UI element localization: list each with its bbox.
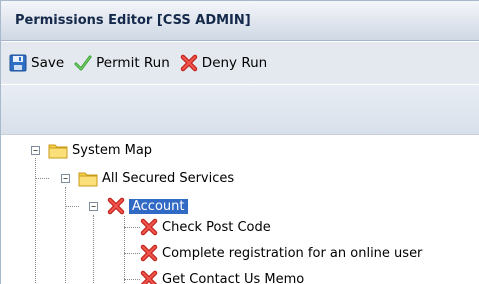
tree-connector: [124, 227, 140, 228]
tree-expander-account[interactable]: −: [89, 202, 98, 211]
tree-node-account[interactable]: Account: [107, 197, 188, 215]
tree-node-all-secured-services[interactable]: All Secured Services: [78, 169, 234, 187]
red-x-icon: [140, 244, 158, 262]
tree-connector: [93, 215, 94, 284]
folder-icon: [78, 170, 98, 187]
tree-node-label: Check Post Code: [162, 219, 271, 235]
tree-connector: [65, 206, 79, 207]
tree-connector: [35, 158, 36, 284]
tree-node-label: All Secured Services: [102, 170, 235, 186]
tree-node-label: Get Contact Us Memo: [162, 271, 305, 284]
floppy-disk-icon: [9, 54, 27, 72]
red-x-icon: [140, 270, 158, 284]
toolbar-strip: [1, 85, 479, 135]
tree-node-label: System Map: [72, 142, 153, 158]
tree-node-label: Complete registration for an online user: [162, 245, 423, 261]
deny-run-label: Deny Run: [201, 54, 268, 71]
deny-run-button[interactable]: Deny Run: [180, 54, 267, 72]
tree-expander-system-map[interactable]: −: [31, 146, 40, 155]
permissions-editor-window: Permissions Editor [CSS ADMIN] Save Perm…: [0, 0, 479, 284]
tree-connector: [35, 178, 49, 179]
permit-run-label: Permit Run: [96, 54, 170, 71]
tree-connector: [65, 187, 66, 284]
toolbar: Save Permit Run Deny Run: [1, 42, 479, 84]
window-title: Permissions Editor [CSS ADMIN]: [15, 13, 251, 28]
save-label: Save: [31, 54, 65, 71]
red-x-icon: [180, 54, 198, 72]
checkmark-icon: [74, 54, 92, 72]
tree-expander-all-secured-services[interactable]: −: [61, 174, 70, 183]
tree-node-service[interactable]: Check Post Code: [140, 218, 271, 236]
tree-connector: [124, 253, 140, 254]
title-bar: Permissions Editor [CSS ADMIN]: [1, 1, 479, 41]
tree-node-label-selected: Account: [129, 198, 188, 214]
permissions-tree: − System Map − All Secured Services − Ac…: [1, 136, 479, 284]
save-button[interactable]: Save: [9, 54, 64, 72]
folder-icon: [48, 142, 68, 159]
tree-node-system-map[interactable]: System Map: [48, 141, 152, 159]
tree-node-service[interactable]: Complete registration for an online user: [140, 244, 422, 262]
red-x-icon: [107, 197, 125, 215]
red-x-icon: [140, 218, 158, 236]
permit-run-button[interactable]: Permit Run: [74, 54, 170, 72]
tree-node-service[interactable]: Get Contact Us Memo: [140, 270, 304, 284]
tree-connector: [124, 279, 140, 280]
